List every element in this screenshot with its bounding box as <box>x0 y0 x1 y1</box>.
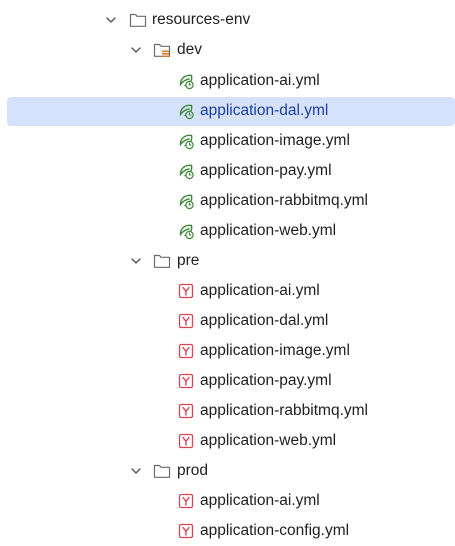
tree-row-file[interactable]: application-rabbitmq.yml <box>0 186 455 216</box>
file-label: application-pay.yml <box>200 372 332 389</box>
tree-row-dev[interactable]: dev <box>0 35 455 65</box>
tree-row-file[interactable]: application-web.yml <box>0 216 455 246</box>
tree-row-file[interactable]: application-ai.yml <box>0 486 455 516</box>
yaml-file-icon <box>178 433 194 449</box>
tree-row-file-selected[interactable]: application-dal.yml <box>0 96 455 126</box>
folder-label: pre <box>177 252 200 269</box>
tree-row-file[interactable]: application-ai.yml <box>0 276 455 306</box>
spring-config-icon <box>179 164 194 180</box>
folder-label: prod <box>177 462 209 479</box>
file-label: application-ai.yml <box>200 492 320 509</box>
file-label: application-image.yml <box>200 342 350 359</box>
spring-config-icon <box>179 134 194 150</box>
file-label: application-web.yml <box>200 222 337 239</box>
folder-icon <box>129 13 147 27</box>
spring-config-icon <box>179 104 194 120</box>
tree-row-prod[interactable]: prod <box>0 456 455 486</box>
tree-row-file[interactable]: application-dal.yml <box>0 306 455 336</box>
chevron-down-icon[interactable] <box>129 464 143 478</box>
folder-icon <box>153 464 171 478</box>
yaml-file-icon <box>178 493 194 509</box>
yaml-file-icon <box>178 283 194 299</box>
tree-row-file[interactable]: application-image.yml <box>0 336 455 366</box>
file-label: application-rabbitmq.yml <box>200 402 368 419</box>
yaml-file-icon <box>178 523 194 539</box>
yaml-file-icon <box>178 403 194 419</box>
tree-row-file[interactable]: application-web.yml <box>0 426 455 456</box>
tree-row-file[interactable]: application-ai.yml <box>0 66 455 96</box>
file-label: application-ai.yml <box>200 282 320 299</box>
folder-label: resources-env <box>152 11 251 28</box>
tree-row-file[interactable]: application-config.yml <box>0 516 455 546</box>
spring-config-icon <box>179 74 194 90</box>
chevron-down-icon[interactable] <box>129 43 143 57</box>
tree-row-file[interactable]: application-image.yml <box>0 126 455 156</box>
resources-folder-icon <box>153 43 171 57</box>
folder-icon <box>153 254 171 268</box>
file-label: application-rabbitmq.yml <box>200 192 368 209</box>
tree-row-file[interactable]: application-rabbitmq.yml <box>0 396 455 426</box>
spring-config-icon <box>179 224 194 240</box>
file-label: application-dal.yml <box>200 312 329 329</box>
file-label: application-config.yml <box>200 522 350 539</box>
yaml-file-icon <box>178 343 194 359</box>
tree-row-file[interactable]: application-pay.yml <box>0 156 455 186</box>
file-label: application-image.yml <box>200 132 350 149</box>
file-label: application-pay.yml <box>200 162 332 179</box>
chevron-down-icon[interactable] <box>129 254 143 268</box>
file-label: application-web.yml <box>200 432 337 449</box>
project-tree: resources-env dev application-ai.yml app… <box>0 0 455 546</box>
tree-row-file[interactable]: application-pay.yml <box>0 366 455 396</box>
yaml-file-icon <box>178 373 194 389</box>
file-label: application-dal.yml <box>200 102 329 119</box>
tree-row-pre[interactable]: pre <box>0 246 455 276</box>
folder-label: dev <box>177 41 202 58</box>
yaml-file-icon <box>178 313 194 329</box>
tree-row-resources-env[interactable]: resources-env <box>0 5 455 35</box>
file-label: application-ai.yml <box>200 72 320 89</box>
chevron-down-icon[interactable] <box>104 13 118 27</box>
spring-config-icon <box>179 194 194 210</box>
